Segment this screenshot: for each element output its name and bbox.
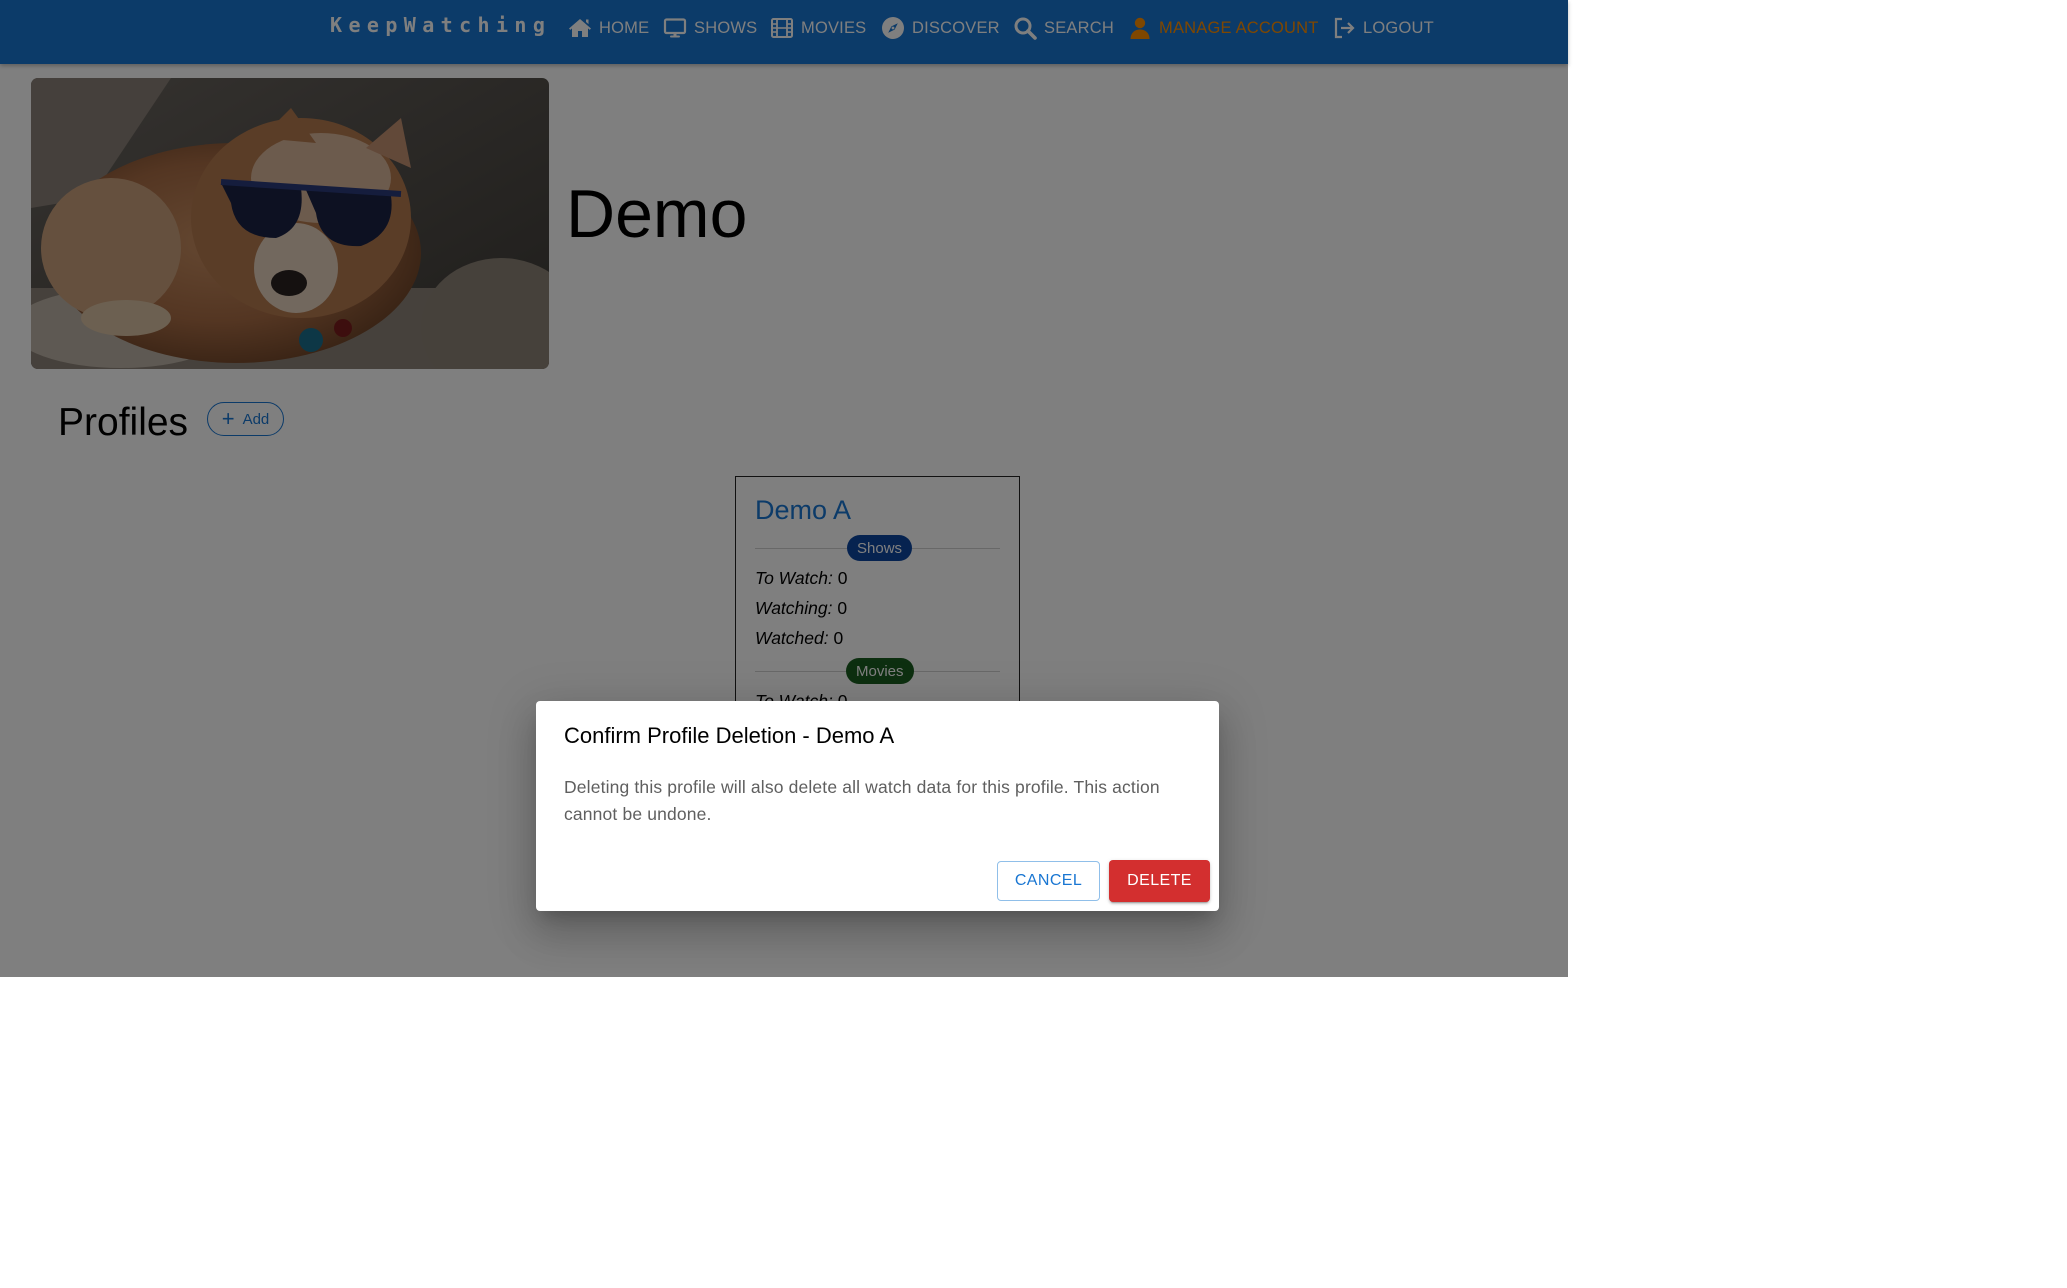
delete-button[interactable]: DELETE <box>1109 860 1210 902</box>
confirm-delete-dialog: Confirm Profile Deletion - Demo A Deleti… <box>536 701 1219 911</box>
dialog-title: Confirm Profile Deletion - Demo A <box>564 723 895 748</box>
cancel-button[interactable]: CANCEL <box>997 861 1100 901</box>
dialog-message: Deleting this profile will also delete a… <box>564 777 1160 824</box>
